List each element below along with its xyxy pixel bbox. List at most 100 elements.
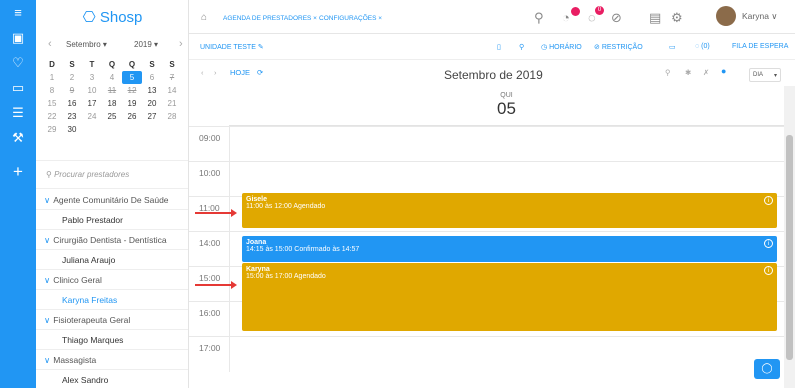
calendar-icon[interactable]: ▣: [0, 30, 36, 46]
hour-row: 17:00: [189, 336, 784, 372]
today-button[interactable]: HOJE: [230, 68, 250, 77]
prev-day-icon[interactable]: ‹: [201, 68, 204, 77]
specialty-item[interactable]: ∨ Clinico Geral: [36, 270, 188, 290]
unit-selector[interactable]: UNIDADE TESTE ✎: [200, 43, 264, 51]
tab-config[interactable]: CONFIGURAÇÕES ×: [319, 15, 382, 22]
day-cell[interactable]: 20: [142, 97, 162, 110]
print-icon[interactable]: ▯: [497, 43, 501, 51]
hour-label: 17:00: [199, 343, 221, 353]
info-icon[interactable]: i: [764, 239, 773, 248]
specialty-item[interactable]: ∨ Fisioterapeuta Geral: [36, 310, 188, 330]
restricao-button[interactable]: ⊘ RESTRIÇÃO: [594, 43, 643, 51]
provider-item[interactable]: Thiago Marques: [36, 330, 188, 350]
weekday: T: [89, 60, 95, 69]
day-cell[interactable]: 17: [82, 97, 102, 110]
next-day-icon[interactable]: ›: [214, 68, 217, 77]
month-select[interactable]: Setembro ▾: [66, 40, 107, 49]
filter-icon[interactable]: ✗: [703, 68, 709, 77]
year-select[interactable]: 2019 ▾: [134, 40, 158, 49]
day-cell[interactable]: 26: [122, 110, 142, 123]
day-cell[interactable]: 9: [62, 84, 82, 97]
chat-button[interactable]: ◯: [754, 359, 780, 379]
specialty-item[interactable]: ∨ Agente Comunitário De Saúde: [36, 190, 188, 210]
appointment-karyna[interactable]: Karyna 15:00 às 17:00 Agendado i: [242, 263, 777, 331]
provider-item[interactable]: Pablo Prestador: [36, 210, 188, 230]
day-cell[interactable]: 12: [122, 84, 142, 97]
day-cell[interactable]: 28: [162, 110, 182, 123]
avatar[interactable]: [716, 6, 736, 26]
heart-icon[interactable]: ♡: [0, 55, 36, 71]
day-cell[interactable]: 18: [102, 97, 122, 110]
money-icon[interactable]: ▭: [0, 80, 36, 96]
provider-item[interactable]: Alex Sandro: [36, 370, 188, 388]
day-cell[interactable]: 30: [62, 123, 82, 136]
day-cell[interactable]: 29: [42, 123, 62, 136]
horario-button[interactable]: ◷ HORÁRIO: [541, 43, 582, 51]
hour-label: 14:00: [199, 238, 221, 248]
weekday: S: [169, 60, 175, 69]
day-cell[interactable]: 10: [82, 84, 102, 97]
day-cell[interactable]: 27: [142, 110, 162, 123]
provider-item[interactable]: Juliana Araujo: [36, 250, 188, 270]
day-cell[interactable]: 24: [82, 110, 102, 123]
day-cell[interactable]: 22: [42, 110, 62, 123]
refresh-icon[interactable]: ⟳: [257, 68, 263, 77]
specialty-item[interactable]: ∨ Massagista: [36, 350, 188, 370]
fila-button[interactable]: FILA DE ESPERA: [732, 43, 788, 50]
day-cell[interactable]: 8: [42, 84, 62, 97]
provider-search[interactable]: ⚲ Procurar prestadores: [46, 170, 129, 179]
block-icon: ⊘: [594, 44, 600, 51]
day-cell[interactable]: 25: [102, 110, 122, 123]
prev-month-icon[interactable]: ‹: [48, 38, 52, 50]
appointment-gisele[interactable]: Gisele 11:00 às 12:00 Agendado i: [242, 193, 777, 228]
tab-agenda[interactable]: AGENDA DE PRESTADORES ×: [223, 15, 317, 22]
day-cell[interactable]: 6: [142, 71, 162, 84]
day-cell[interactable]: 14: [162, 84, 182, 97]
specialty-item[interactable]: ∨ Cirurgião Dentista - Dentística: [36, 230, 188, 250]
monitor-icon[interactable]: ▭: [669, 43, 676, 51]
menu-icon[interactable]: ≡: [0, 5, 36, 20]
chevron-down-icon: ∨: [44, 235, 51, 245]
help-icon[interactable]: ⊘: [611, 10, 622, 26]
hour-label: 09:00: [199, 133, 221, 143]
hour-row: 10:00: [189, 161, 784, 197]
next-month-icon[interactable]: ›: [179, 38, 183, 50]
search-icon[interactable]: ⚲: [665, 68, 671, 77]
day-cell-selected[interactable]: 5: [122, 71, 142, 84]
brand-logo: ⎔ Shosp: [82, 9, 143, 26]
search-icon[interactable]: ⚲: [534, 10, 544, 26]
report-icon[interactable]: ▤: [649, 10, 661, 26]
day-cell[interactable]: 1: [42, 71, 62, 84]
add-icon[interactable]: +: [0, 162, 36, 182]
day-cell[interactable]: 3: [82, 71, 102, 84]
day-cell[interactable]: 2: [62, 71, 82, 84]
day-cell[interactable]: 11: [102, 84, 122, 97]
appointment-joana[interactable]: Joana 14:15 às 15:00 Confirmado às 14:57…: [242, 236, 777, 262]
bell-icon[interactable]: ◔: [562, 10, 570, 25]
day-cell[interactable]: 19: [122, 97, 142, 110]
day-cell[interactable]: 16: [62, 97, 82, 110]
info-icon[interactable]: i: [764, 196, 773, 205]
search-icon[interactable]: ⚲: [519, 43, 524, 51]
day-cell[interactable]: 21: [162, 97, 182, 110]
tools-icon[interactable]: ⚒: [0, 130, 36, 146]
database-icon[interactable]: ☰: [0, 105, 36, 121]
day-cell[interactable]: 23: [62, 110, 82, 123]
top-bar: ⌂ AGENDA DE PRESTADORES × CONFIGURAÇÕES …: [189, 0, 795, 34]
home-icon[interactable]: ⌂: [201, 12, 207, 23]
day-cell[interactable]: 13: [142, 84, 162, 97]
info-icon[interactable]: i: [764, 266, 773, 275]
user-menu[interactable]: Karyna ∨: [742, 11, 778, 22]
provider-item-active[interactable]: Karyna Freitas: [36, 290, 188, 310]
weekday: S: [69, 60, 75, 69]
scrollbar-thumb[interactable]: [786, 135, 793, 360]
day-cell[interactable]: 7: [162, 71, 182, 84]
queue-count[interactable]: ◌ (0): [695, 43, 710, 50]
pin-icon[interactable]: ✱: [685, 68, 691, 77]
day-cell[interactable]: 15: [42, 97, 62, 110]
gear-icon[interactable]: ⚙: [671, 10, 683, 26]
view-select[interactable]: DIA ▾: [749, 68, 781, 82]
chevron-down-icon: ∨: [44, 275, 51, 285]
day-cell[interactable]: 4: [102, 71, 122, 84]
hour-label: 15:00: [199, 273, 221, 283]
